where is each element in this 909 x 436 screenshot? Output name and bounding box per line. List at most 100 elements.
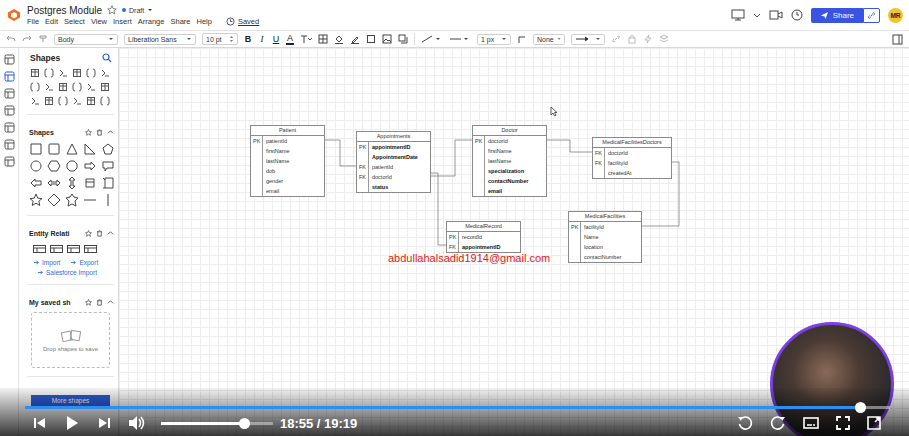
shape-icon[interactable] — [65, 159, 79, 173]
theater-mode-icon[interactable] — [867, 416, 881, 430]
line-style-icon[interactable] — [421, 34, 443, 44]
entity-field[interactable]: AppointmentDate — [357, 152, 430, 162]
font-size-field[interactable]: 10 pt — [202, 33, 238, 45]
entity-name[interactable]: MedicalFacilitiesDoctors — [593, 138, 671, 148]
entity-name[interactable]: MedicalRecord — [447, 222, 520, 232]
font-select[interactable]: Liberation Sans — [124, 34, 196, 45]
saved-status[interactable]: Saved — [226, 17, 259, 26]
shape-thumbnail-icon[interactable] — [72, 68, 82, 78]
search-icon[interactable] — [102, 53, 112, 63]
entity-table[interactable]: MedicalFacilitiesDoctors FK doctorIdFK f… — [592, 137, 672, 179]
shape-thumbnail-icon[interactable] — [44, 96, 54, 106]
star-icon[interactable] — [85, 129, 92, 136]
shape-icon[interactable] — [65, 176, 79, 190]
entity-field[interactable]: lastName — [473, 156, 546, 166]
shape-icon[interactable] — [101, 193, 115, 207]
menu-item[interactable]: Share — [170, 17, 190, 26]
entity-table[interactable]: MedicalFacilities PK facilityId Name loc… — [568, 211, 642, 263]
status-badge[interactable]: Draft — [122, 7, 153, 14]
shape-thumbnail-icon[interactable] — [100, 68, 110, 78]
forward-10-icon[interactable] — [770, 415, 786, 431]
relationship-line[interactable] — [430, 173, 446, 245]
text-options-icon[interactable] — [300, 34, 312, 44]
italic-button[interactable]: I — [258, 34, 266, 44]
text-color-button[interactable]: A — [286, 34, 294, 45]
entity-shape-icon[interactable] — [33, 245, 46, 253]
rewind-10-icon[interactable] — [737, 415, 753, 431]
panel-tab-icon[interactable] — [4, 54, 15, 65]
entity-name[interactable]: MedicalFacilities — [569, 212, 641, 222]
entity-field[interactable]: contactNumber — [569, 252, 641, 262]
shape-thumbnail-icon[interactable] — [30, 82, 40, 92]
entity-table[interactable]: Patient PK patientId firstName lastName … — [250, 125, 325, 197]
panel-toggle-icon[interactable] — [892, 34, 903, 45]
line-width-select[interactable]: 1 px — [477, 34, 511, 45]
line-start-select[interactable]: None — [533, 34, 565, 45]
style-select[interactable]: Body — [54, 34, 118, 45]
bold-button[interactable]: B — [244, 34, 252, 44]
panel-tab-icon[interactable] — [4, 139, 15, 150]
shape-icon[interactable] — [29, 159, 43, 173]
shape-icon[interactable] — [83, 193, 97, 207]
section-header[interactable]: Shapes — [29, 129, 114, 142]
entity-field[interactable]: location — [569, 242, 641, 252]
shape-icon[interactable] — [29, 142, 43, 156]
panel-tab-icon[interactable] — [4, 122, 15, 133]
skip-back-icon[interactable] — [33, 416, 47, 430]
entity-field[interactable]: PK patientId — [251, 136, 324, 146]
menu-item[interactable]: Select — [64, 17, 85, 26]
app-logo-icon[interactable] — [7, 8, 21, 22]
entity-field[interactable]: contactNumber — [473, 176, 546, 186]
redo-icon[interactable] — [22, 34, 32, 44]
entity-field[interactable]: specialization — [473, 166, 546, 176]
panel-tab-icon[interactable] — [4, 71, 15, 82]
entity-name[interactable]: Patient — [251, 126, 324, 136]
shape-thumbnail-icon[interactable] — [72, 96, 82, 106]
play-icon[interactable] — [64, 415, 80, 431]
entity-field[interactable]: PK appointmentID — [357, 142, 430, 152]
waypoint-icon[interactable] — [517, 34, 527, 44]
entity-field[interactable]: Name — [569, 232, 641, 242]
trash-icon[interactable] — [96, 129, 103, 136]
line-pattern-icon[interactable] — [449, 34, 471, 44]
user-avatar[interactable]: MR — [888, 8, 903, 23]
lock-icon[interactable] — [627, 34, 637, 44]
shape-icon[interactable] — [29, 193, 43, 207]
entity-shape-icon[interactable] — [67, 245, 80, 253]
er-link[interactable]: Salesforce Import — [33, 269, 114, 276]
chevron-icon[interactable] — [107, 230, 114, 237]
entity-field[interactable]: email — [251, 186, 324, 196]
link-button[interactable] — [863, 8, 880, 23]
shape-thumbnail-icon[interactable] — [30, 96, 40, 106]
trash-icon[interactable] — [96, 230, 103, 237]
shape-icon[interactable] — [47, 176, 61, 190]
entity-field[interactable]: lastName — [251, 156, 324, 166]
drop-zone[interactable]: Drop shapes to save — [31, 312, 110, 368]
shape-thumbnail-icon[interactable] — [58, 96, 68, 106]
undo-icon[interactable] — [6, 34, 16, 44]
shape-thumbnail-icon[interactable] — [30, 68, 40, 78]
entity-shape-icon[interactable] — [50, 245, 63, 253]
menu-item[interactable]: File — [27, 17, 39, 26]
volume-icon[interactable] — [128, 415, 146, 431]
shape-thumbnail-icon[interactable] — [100, 96, 110, 106]
entity-name[interactable]: Appointments — [357, 132, 430, 142]
shape-icon[interactable] — [101, 159, 115, 173]
skip-forward-icon[interactable] — [97, 416, 111, 430]
section-header[interactable]: My saved sh — [29, 299, 114, 312]
fill-color-icon[interactable] — [334, 34, 344, 44]
entity-field[interactable]: dob — [251, 166, 324, 176]
shape-icon[interactable] — [83, 159, 97, 173]
er-link[interactable]: Import — [33, 259, 60, 266]
entity-field[interactable]: FK facilityId — [593, 158, 671, 168]
shadow-icon[interactable] — [398, 34, 408, 44]
entity-field[interactable]: PK recordId — [447, 232, 520, 242]
fullscreen-icon[interactable] — [836, 416, 850, 430]
entity-table[interactable]: Appointments PK appointmentID Appointmen… — [356, 131, 431, 193]
entity-field[interactable]: email — [473, 186, 546, 196]
shape-thumbnail-icon[interactable] — [44, 82, 54, 92]
entity-field[interactable]: createdAt — [593, 168, 671, 178]
menu-item[interactable]: Help — [196, 17, 211, 26]
entity-field[interactable]: firstName — [251, 146, 324, 156]
shape-thumbnail-icon[interactable] — [100, 82, 110, 92]
